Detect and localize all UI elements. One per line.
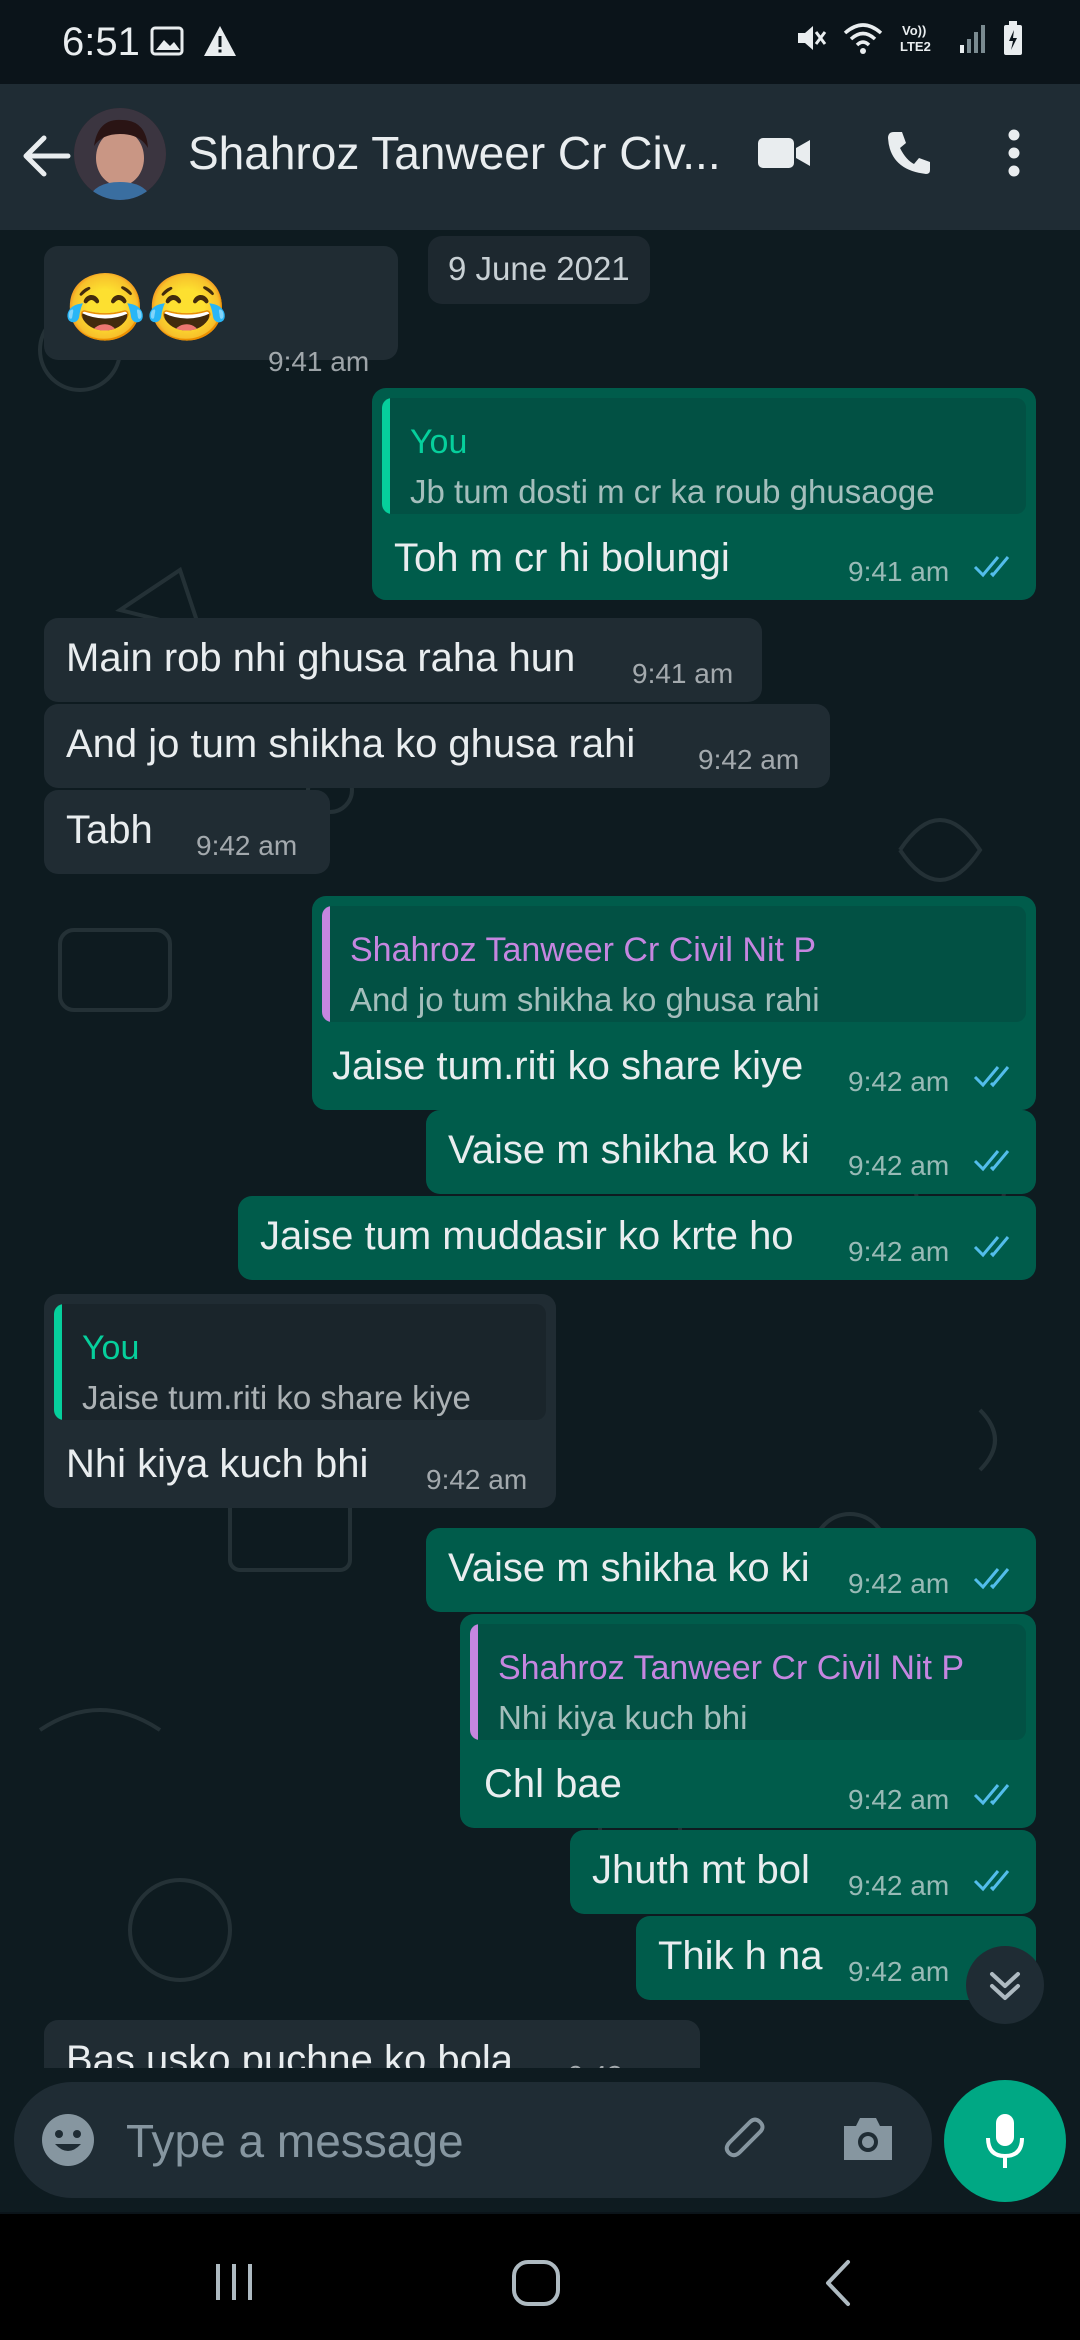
message-time: 9:42 am [196, 830, 298, 861]
voice-record-button[interactable] [944, 2080, 1066, 2202]
message-text: Tabh [66, 808, 153, 852]
message-text: Jaise tum.riti ko share kiye [332, 1044, 804, 1088]
quoted-message[interactable]: You Jb tum dosti m cr ka roub ghusaoge [382, 398, 1026, 514]
status-left-icons [150, 24, 238, 58]
quote-text: And jo tum shikha ko ghusa rahi [350, 981, 820, 1018]
avatar[interactable] [74, 108, 166, 200]
scroll-down-button[interactable] [966, 1946, 1044, 2024]
system-nav-bar [0, 2214, 1080, 2340]
message-incoming[interactable]: And jo tum shikha ko ghusa rahi 9:42 am [44, 704, 830, 788]
message-text: Main rob nhi ghusa raha hun [66, 636, 576, 680]
signal-icon [960, 25, 985, 53]
message-time: 9:42 am [848, 1150, 950, 1181]
message-time: 9:42 am [698, 744, 800, 775]
recent-apps-icon[interactable] [210, 2260, 260, 2304]
message-text: Toh m cr hi bolungi [394, 536, 730, 580]
message-incoming[interactable]: 😂😂 9:41 am [44, 246, 398, 377]
wifi-icon [843, 23, 883, 54]
status-time: 6:51 [62, 20, 140, 64]
quoted-message[interactable]: Shahroz Tanweer Cr Civil Nit P Nhi kiya … [470, 1624, 1026, 1740]
status-right-icons: Vo)) LTE2 [794, 20, 1024, 56]
attach-icon[interactable] [718, 2112, 774, 2168]
message-outgoing[interactable]: Shahroz Tanweer Cr Civil Nit P Nhi kiya … [460, 1614, 1036, 1828]
scroll-down-icon [990, 1972, 1020, 2000]
message-time: 9:42 am [848, 1956, 950, 1987]
message-text: Thik h na [658, 1934, 823, 1978]
system-back-icon[interactable] [820, 2258, 856, 2308]
mute-icon [798, 26, 827, 50]
message-text: Vaise m shikha ko ki [448, 1128, 810, 1172]
message-text: And jo tum shikha ko ghusa rahi [66, 722, 636, 766]
status-bar: 6:51 Vo)) LTE2 [0, 0, 1080, 84]
message-time: 9:41 am [632, 658, 734, 689]
read-ticks-icon [973, 1066, 1010, 1088]
read-ticks-icon [973, 1150, 1010, 1172]
back-arrow-icon[interactable] [18, 126, 74, 186]
message-time: 9:42 am [848, 1236, 950, 1267]
quote-bar [54, 1304, 62, 1420]
chat-area[interactable]: 9 June 2021 😂😂 9:41 am You Jb tum dosti … [0, 230, 1080, 2080]
date-chip: 9 June 2021 [428, 236, 650, 304]
home-icon[interactable] [510, 2258, 562, 2308]
message-text: Chl bae [484, 1762, 622, 1806]
svg-text:LTE2: LTE2 [900, 39, 931, 54]
camera-icon[interactable] [840, 2114, 896, 2164]
mic-icon [986, 2114, 1024, 2168]
quote-sender: Shahroz Tanweer Cr Civil Nit P [498, 1649, 965, 1687]
message-time: 9:41 am [268, 346, 370, 377]
voice-call-icon[interactable] [884, 128, 934, 178]
message-time: 9:42 am [848, 1066, 950, 1097]
quoted-message[interactable]: You Jaise tum.riti ko share kiye [54, 1304, 546, 1420]
message-time: 9:42 am [848, 1784, 950, 1815]
quote-text: Jb tum dosti m cr ka roub ghusaoge [410, 473, 935, 510]
date-chip-label: 9 June 2021 [448, 250, 630, 287]
quote-bar [470, 1624, 478, 1740]
message-incoming[interactable]: You Jaise tum.riti ko share kiye Nhi kiy… [44, 1294, 556, 1508]
quote-sender: You [410, 423, 468, 461]
read-ticks-icon [973, 1568, 1010, 1590]
quote-sender: You [82, 1329, 140, 1367]
volte-icon: Vo))LTE2 [900, 23, 931, 54]
read-ticks-icon [973, 1870, 1010, 1892]
gallery-icon [150, 26, 184, 56]
message-outgoing[interactable]: Jhuth mt bol 9:42 am [570, 1830, 1036, 1914]
quote-bar [382, 398, 390, 514]
message-input-bar[interactable]: Type a message [14, 2082, 932, 2198]
message-outgoing[interactable]: Shahroz Tanweer Cr Civil Nit P And jo tu… [312, 896, 1036, 1110]
message-outgoing[interactable]: Vaise m shikha ko ki 9:42 am [426, 1528, 1036, 1612]
video-call-icon[interactable] [756, 132, 812, 174]
chat-header: Shahroz Tanweer Cr Civ... [0, 84, 1080, 230]
message-incoming[interactable]: Tabh 9:42 am [44, 790, 330, 874]
message-text: Jhuth mt bol [592, 1848, 810, 1892]
quote-sender: Shahroz Tanweer Cr Civil Nit P [350, 931, 817, 969]
read-ticks-icon [973, 1236, 1010, 1258]
quote-text: Nhi kiya kuch bhi [498, 1699, 748, 1736]
message-time: 9:42 am [848, 1870, 950, 1901]
more-options-icon[interactable] [1006, 128, 1022, 178]
read-ticks-icon [973, 1784, 1010, 1806]
avatar-photo [74, 108, 166, 200]
battery-icon [1004, 21, 1022, 55]
contact-name[interactable]: Shahroz Tanweer Cr Civ... [188, 126, 728, 180]
message-time: 9:41 am [848, 556, 950, 587]
message-incoming[interactable]: Main rob nhi ghusa raha hun 9:41 am [44, 618, 762, 702]
message-time: 9:42 am [426, 1464, 528, 1495]
quote-text: Jaise tum.riti ko share kiye [82, 1379, 471, 1416]
emoji-icon[interactable] [40, 2112, 96, 2168]
message-input[interactable]: Type a message [126, 2114, 464, 2168]
read-ticks-icon [973, 556, 1010, 578]
message-outgoing[interactable]: Jaise tum muddasir ko krte ho 9:42 am [238, 1196, 1036, 1280]
quoted-message[interactable]: Shahroz Tanweer Cr Civil Nit P And jo tu… [322, 906, 1026, 1022]
message-outgoing[interactable]: Vaise m shikha ko ki 9:42 am [426, 1110, 1036, 1194]
svg-text:Vo)): Vo)) [902, 23, 926, 38]
quote-bar [322, 906, 330, 1022]
message-text: Vaise m shikha ko ki [448, 1546, 810, 1590]
message-text: 😂😂 [64, 270, 229, 344]
message-time: 9:42 am [848, 1568, 950, 1599]
warning-icon [204, 26, 236, 56]
message-text: Nhi kiya kuch bhi [66, 1442, 369, 1486]
message-outgoing[interactable]: You Jb tum dosti m cr ka roub ghusaoge T… [372, 388, 1036, 600]
message-text: Jaise tum muddasir ko krte ho [260, 1214, 794, 1258]
